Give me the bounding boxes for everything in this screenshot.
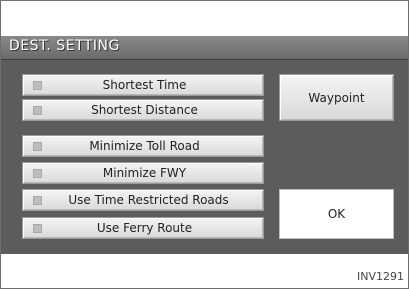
option-use-ferry-route[interactable]: Use Ferry Route	[22, 217, 264, 239]
option-label: Shortest Distance	[91, 103, 198, 117]
screen-title: DEST. SETTING	[9, 38, 120, 54]
option-minimize-toll-road[interactable]: Minimize Toll Road	[22, 135, 264, 157]
option-minimize-fwy[interactable]: Minimize FWY	[22, 162, 264, 184]
indicator-light	[33, 80, 42, 90]
option-label: Shortest Time	[102, 78, 187, 92]
indicator-light	[33, 168, 42, 178]
indicator-light	[33, 141, 42, 151]
dest-setting-screen: DEST. SETTING Shortest Time Shortest Dis…	[1, 36, 408, 254]
ok-button[interactable]: OK	[279, 189, 394, 239]
indicator-light	[33, 223, 42, 233]
waypoint-button[interactable]: Waypoint	[279, 74, 394, 121]
option-label: Minimize FWY	[102, 166, 187, 180]
option-label: Use Time Restricted Roads	[68, 193, 229, 207]
ok-label: OK	[327, 207, 346, 221]
title-bar: DEST. SETTING	[1, 36, 408, 60]
option-shortest-distance[interactable]: Shortest Distance	[22, 99, 264, 121]
figure-code: INV1291	[357, 270, 404, 283]
waypoint-label: Waypoint	[308, 90, 365, 105]
option-label: Minimize Toll Road	[89, 139, 200, 153]
option-label: Use Ferry Route	[96, 221, 193, 235]
indicator-light	[33, 195, 42, 205]
figure-frame: DEST. SETTING Shortest Time Shortest Dis…	[0, 0, 409, 289]
option-shortest-time[interactable]: Shortest Time	[22, 74, 264, 96]
option-use-time-restricted-roads[interactable]: Use Time Restricted Roads	[22, 189, 264, 211]
indicator-light	[33, 105, 42, 115]
